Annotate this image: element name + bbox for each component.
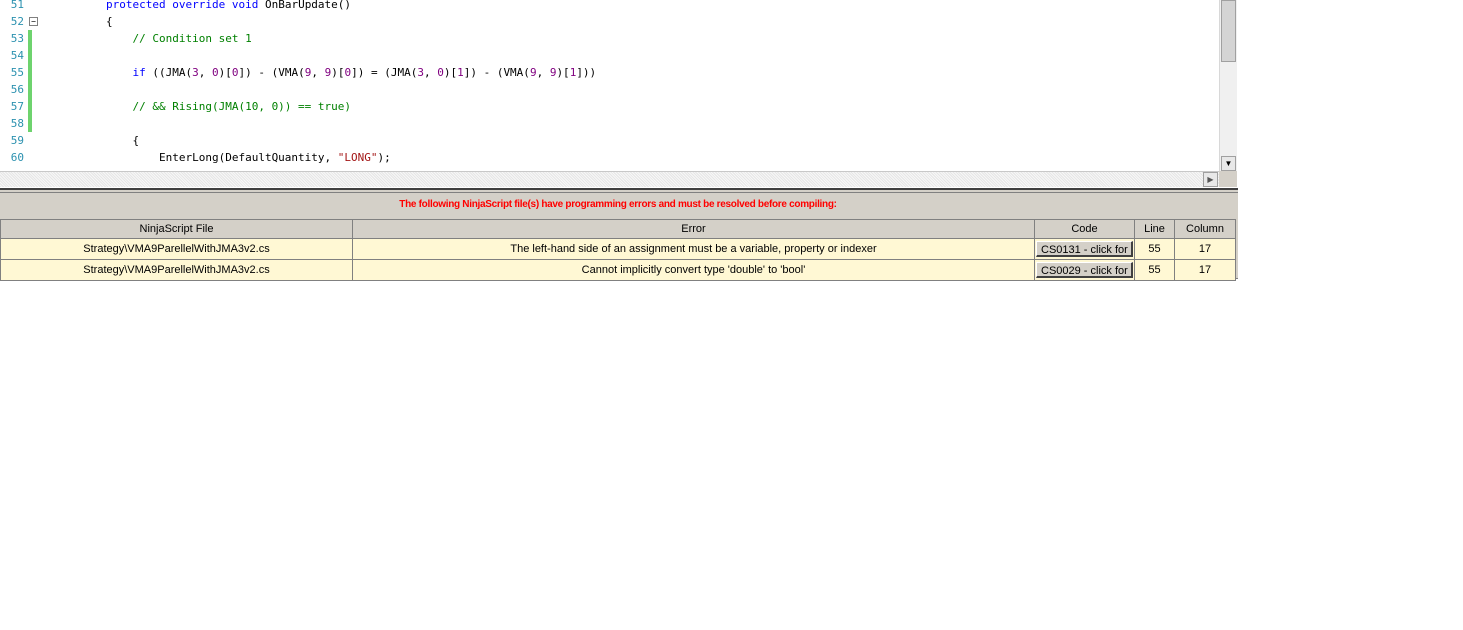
code-line[interactable]: 55 if ((JMA(3, 0)[0]) - (VMA(9, 9)[0]) =… xyxy=(0,64,1219,81)
line-number: 57 xyxy=(10,100,24,113)
code-token: // && Rising(JMA(10, 0)) == true) xyxy=(106,100,352,113)
error-code-button[interactable]: CS0029 - click for xyxy=(1036,262,1133,278)
error-column-cell[interactable]: 17 xyxy=(1174,238,1236,260)
code-token: ((JMA( xyxy=(152,66,193,79)
code-token: // Condition set 1 xyxy=(106,32,252,45)
error-message-cell[interactable]: The left-hand side of an assignment must… xyxy=(352,238,1035,260)
error-code-cell: CS0131 - click for xyxy=(1034,238,1135,260)
change-marker xyxy=(28,115,32,132)
error-code-cell: CS0029 - click for xyxy=(1034,259,1135,281)
code-token: )[ xyxy=(556,66,570,79)
horizontal-scrollbar[interactable]: ▶ xyxy=(0,171,1219,187)
code-lines: 51 protected override void OnBarUpdate() 5… xyxy=(0,0,1219,166)
code-token: 1 xyxy=(457,66,464,79)
column-header-file[interactable]: NinjaScript File xyxy=(0,219,353,239)
code-token: )[ xyxy=(218,66,232,79)
code-text: // && Rising(JMA(10, 0)) == true) xyxy=(106,98,351,115)
error-row[interactable]: Strategy\VMA9ParellelWithJMA3v2.cs Canno… xyxy=(0,259,1236,281)
scroll-right-arrow-icon[interactable]: ▶ xyxy=(1203,172,1218,187)
column-header-column[interactable]: Column xyxy=(1174,219,1236,239)
code-editor[interactable]: 51 protected override void OnBarUpdate() 5… xyxy=(0,0,1237,188)
error-panel: The following NinjaScript file(s) have p… xyxy=(0,193,1238,281)
code-token: , xyxy=(536,66,550,79)
code-token: ]) = (JMA( xyxy=(351,66,418,79)
code-token: 3 xyxy=(417,66,424,79)
error-grid: NinjaScript File Error Code Line Column … xyxy=(0,219,1236,281)
code-line[interactable]: 58 xyxy=(0,115,1219,132)
code-line[interactable]: 60 EnterLong(DefaultQuantity, "LONG"); xyxy=(0,149,1219,166)
error-grid-header: NinjaScript File Error Code Line Column xyxy=(0,219,1236,239)
change-marker xyxy=(28,47,32,64)
code-text: // Condition set 1 xyxy=(106,30,252,47)
fold-collapse-icon[interactable]: − xyxy=(29,17,38,26)
error-line-cell[interactable]: 55 xyxy=(1134,259,1175,281)
change-marker xyxy=(28,30,32,47)
code-token: if xyxy=(106,66,153,79)
code-text: protected override void OnBarUpdate() xyxy=(106,0,351,13)
code-token: ); xyxy=(377,151,391,164)
error-line-cell[interactable]: 55 xyxy=(1134,238,1175,260)
code-token: { xyxy=(106,15,113,28)
code-token: ]) - (VMA( xyxy=(463,66,530,79)
change-marker xyxy=(28,81,32,98)
line-number: 52 xyxy=(10,15,24,28)
error-file-cell[interactable]: Strategy\VMA9ParellelWithJMA3v2.cs xyxy=(0,259,353,281)
code-token: "LONG" xyxy=(337,151,378,164)
code-line[interactable]: 59 { xyxy=(0,132,1219,149)
code-text: { xyxy=(106,132,139,149)
code-token: , xyxy=(311,66,325,79)
code-text: { xyxy=(106,13,113,30)
column-header-line[interactable]: Line xyxy=(1134,219,1175,239)
scrollbar-corner xyxy=(1219,171,1237,187)
line-number: 56 xyxy=(10,83,24,96)
line-number: 53 xyxy=(10,32,24,45)
code-line[interactable]: 54 xyxy=(0,47,1219,64)
code-line[interactable]: 51 protected override void OnBarUpdate() xyxy=(0,0,1219,13)
scroll-down-arrow-icon[interactable]: ▼ xyxy=(1221,156,1236,171)
column-header-error[interactable]: Error xyxy=(352,219,1035,239)
column-header-code[interactable]: Code xyxy=(1034,219,1135,239)
code-line[interactable]: 56 xyxy=(0,81,1219,98)
code-token: 9 xyxy=(529,66,537,79)
code-token: , xyxy=(198,66,212,79)
error-banner: The following NinjaScript file(s) have p… xyxy=(399,199,837,210)
code-token: protected override void xyxy=(106,0,265,11)
code-token: { xyxy=(106,134,140,147)
line-number: 54 xyxy=(10,49,24,62)
line-number: 59 xyxy=(10,134,24,147)
line-number: 60 xyxy=(10,151,24,164)
code-text: EnterLong(DefaultQuantity, "LONG"); xyxy=(106,149,391,166)
error-file-cell[interactable]: Strategy\VMA9ParellelWithJMA3v2.cs xyxy=(0,238,353,260)
code-token: , xyxy=(423,66,438,79)
code-token: ]) - (VMA( xyxy=(238,66,305,79)
code-token: 3 xyxy=(192,66,199,79)
code-token: ])) xyxy=(576,66,597,79)
code-line[interactable]: 57 // && Rising(JMA(10, 0)) == true) xyxy=(0,98,1219,115)
code-token: )[ xyxy=(331,66,345,79)
vertical-scrollbar[interactable]: ▼ xyxy=(1219,0,1237,171)
code-token: 0 xyxy=(437,66,444,79)
vertical-scrollbar-thumb[interactable] xyxy=(1221,0,1236,62)
code-token: OnBarUpdate() xyxy=(264,0,352,11)
code-line[interactable]: 53 // Condition set 1 xyxy=(0,30,1219,47)
line-number: 51 xyxy=(10,0,24,11)
change-marker xyxy=(28,98,32,115)
code-token: EnterLong(DefaultQuantity, xyxy=(106,151,338,164)
error-row[interactable]: Strategy\VMA9ParellelWithJMA3v2.cs The l… xyxy=(0,238,1236,260)
code-token: )[ xyxy=(443,66,458,79)
error-column-cell[interactable]: 17 xyxy=(1174,259,1236,281)
code-token: 0 xyxy=(211,66,219,79)
error-message-cell[interactable]: Cannot implicitly convert type 'double' … xyxy=(352,259,1035,281)
code-line[interactable]: 52− { xyxy=(0,13,1219,30)
error-code-button[interactable]: CS0131 - click for xyxy=(1036,241,1133,257)
change-marker xyxy=(28,64,32,81)
line-number: 58 xyxy=(10,117,24,130)
line-number: 55 xyxy=(10,66,24,79)
code-text: if ((JMA(3, 0)[0]) - (VMA(9, 9)[0]) = (J… xyxy=(106,64,596,81)
